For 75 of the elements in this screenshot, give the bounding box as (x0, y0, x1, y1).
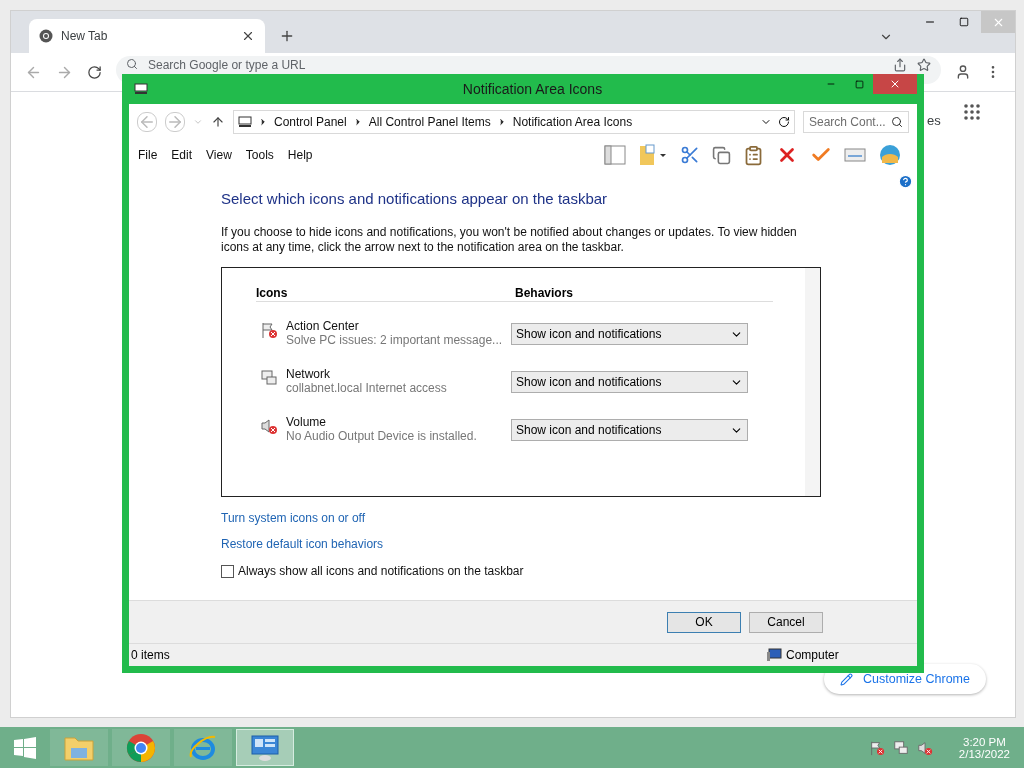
computer-icon (134, 83, 148, 95)
computer-icon (766, 648, 782, 662)
taskbar-app[interactable] (174, 729, 232, 766)
search-field[interactable]: Search Cont... (803, 111, 909, 133)
link[interactable]: Restore default icon behaviors (221, 537, 384, 551)
zone-text: Computer (786, 648, 839, 662)
paste-icon[interactable] (743, 144, 764, 166)
search-icon (891, 116, 903, 128)
maximize-icon (854, 79, 864, 89)
close-icon[interactable] (241, 29, 255, 43)
checkbox-label: Always show all icons and notifications on the taskbar (238, 564, 524, 578)
chrome-logo-icon (39, 29, 53, 43)
chevron-icon (258, 117, 268, 127)
item-detail: collabnet.local Internet access (286, 381, 448, 395)
breadcrumb-bar[interactable]: Control Panel All Control Panel Items Notification Area Icons (233, 110, 795, 134)
layout-icon[interactable] (604, 145, 626, 165)
status-text: 0 items (130, 648, 171, 662)
window-title: Notification Area Icons (462, 81, 603, 97)
item-name: Volume (286, 415, 328, 429)
item-name: Network (286, 367, 331, 381)
menu-item[interactable]: View (206, 148, 238, 162)
behavior-dropdown[interactable]: Show icon and notifications (511, 419, 748, 441)
item-name: Action Center (286, 319, 360, 333)
pencil-icon (840, 672, 853, 686)
network-icon[interactable] (892, 739, 909, 756)
taskbar-app[interactable] (236, 729, 294, 766)
star-icon[interactable] (917, 58, 931, 72)
profile-icon[interactable] (955, 64, 971, 80)
page-heading: Select which icons and notifications appear on the taskbar (221, 190, 609, 207)
description-text: If you choose to hide icons and notifications, you won't be notified about changes or updates. To view hidden icons at any time, click the arrow next to the notification area on the taskbar. (221, 225, 798, 255)
speaker-icon (260, 417, 278, 435)
breadcrumb[interactable]: All Control Panel Items (368, 115, 491, 129)
behavior-dropdown[interactable]: Show icon and notifications (511, 371, 748, 393)
apps-grid-icon[interactable] (964, 104, 980, 120)
speaker-icon[interactable] (916, 739, 933, 756)
share-icon[interactable] (893, 58, 907, 72)
ok-button[interactable]: OK (667, 611, 741, 633)
breadcrumb[interactable]: Control Panel (274, 115, 347, 129)
tab-title: New Tab (61, 29, 109, 43)
properties-icon[interactable] (844, 147, 866, 163)
menu-item[interactable]: File (138, 148, 164, 162)
cancel-button[interactable]: Cancel (749, 611, 823, 633)
folder-icon[interactable] (638, 144, 668, 166)
search-icon (126, 58, 138, 70)
checkbox[interactable] (221, 564, 234, 578)
chrome-logo-icon (126, 732, 156, 763)
computer-icon (238, 116, 252, 128)
help-icon[interactable] (898, 174, 913, 189)
reload-icon[interactable] (87, 64, 102, 80)
shortcut-label[interactable]: es (927, 113, 941, 128)
menu-item[interactable]: Edit (171, 148, 199, 162)
menu-item[interactable]: Help (287, 148, 319, 162)
maximize-icon (959, 17, 969, 27)
copy-icon[interactable] (712, 145, 731, 165)
new-tab-icon[interactable] (279, 28, 295, 44)
globe-icon[interactable] (878, 144, 902, 166)
item-detail: Solve PC issues: 2 important message... (286, 333, 504, 347)
link[interactable]: Turn system icons on or off (221, 511, 366, 525)
item-detail: No Audio Output Device is installed. (286, 429, 478, 443)
column-header: Behaviors (515, 286, 574, 300)
flag-icon (260, 321, 278, 339)
up-icon[interactable] (211, 115, 225, 129)
browser-tab[interactable]: New Tab (29, 19, 265, 53)
flag-icon[interactable] (868, 739, 885, 756)
menu-item[interactable]: Tools (245, 148, 280, 162)
behavior-dropdown[interactable]: Show icon and notifications (511, 323, 748, 345)
close-icon (889, 78, 901, 90)
windows-logo-icon (13, 736, 37, 759)
breadcrumb[interactable]: Notification Area Icons (512, 115, 633, 129)
cut-icon[interactable] (680, 145, 700, 165)
network-icon (260, 369, 278, 387)
control-panel-icon (250, 733, 280, 762)
taskbar-app[interactable] (112, 729, 170, 766)
column-header: Icons (256, 286, 289, 300)
refresh-icon[interactable] (778, 116, 790, 128)
